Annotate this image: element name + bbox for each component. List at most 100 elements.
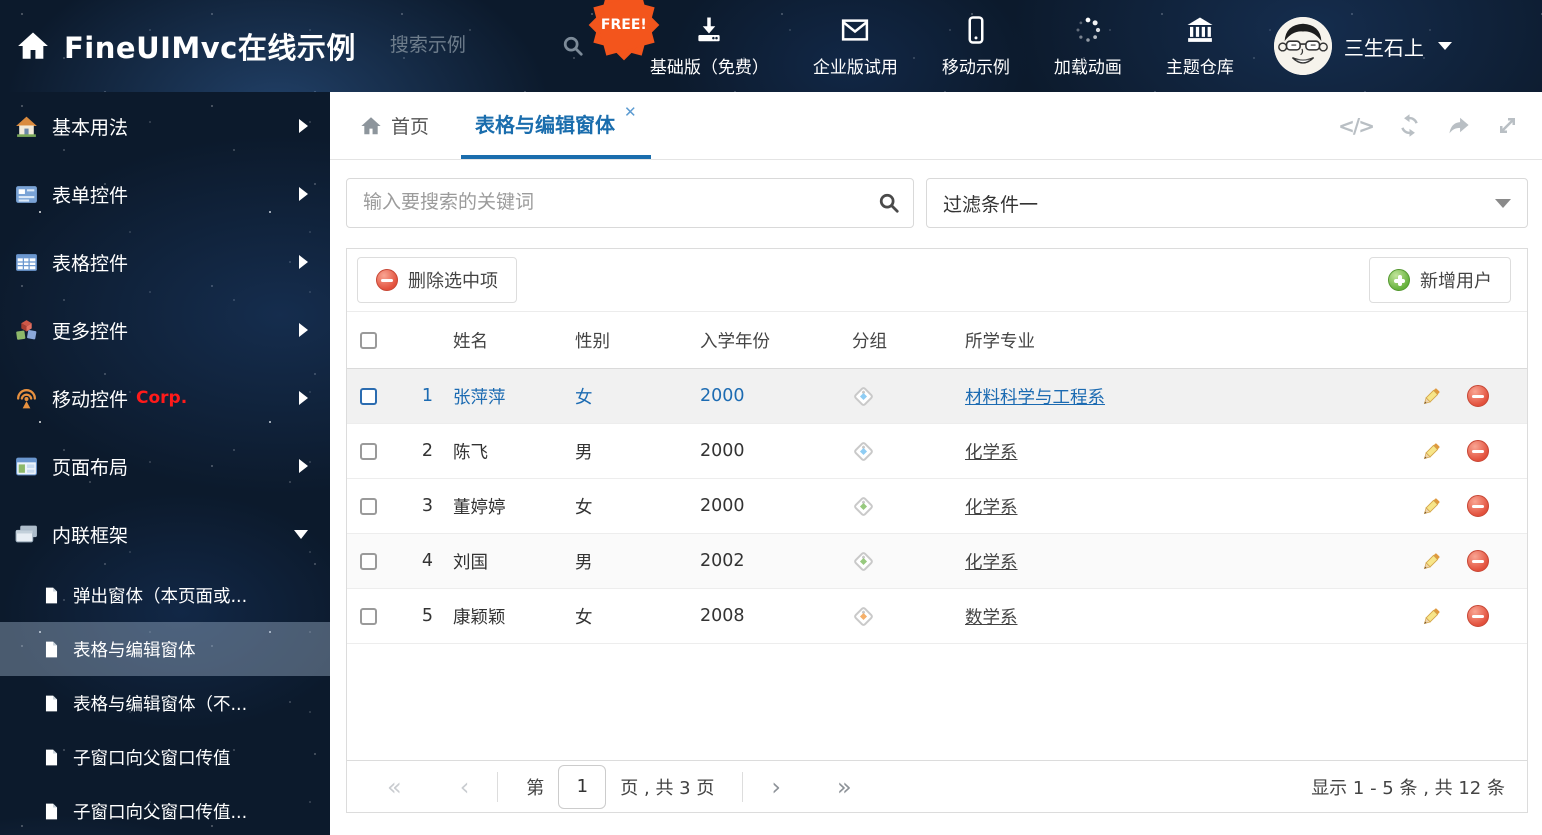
share-arrow-icon [1449,117,1469,134]
close-icon[interactable]: ✕ [624,103,637,121]
sidebar-item-page-layout[interactable]: 页面布局 [0,432,330,500]
tab-home[interactable]: 首页 [360,92,429,159]
expand-arrow-icon [299,323,308,337]
bank-icon [1187,17,1213,42]
sidebar-subitem-popup-window[interactable]: 弹出窗体（本页面或... [0,568,330,622]
nav-item-enterprise-trial[interactable]: 企业版试用 [813,15,898,78]
grid-toolbar: 删除选中项 新增用户 [347,249,1527,312]
first-page-button[interactable]: « [387,775,402,799]
minus-circle-icon [376,269,398,291]
row-checkbox[interactable] [360,497,377,515]
tab-grid-edit-window[interactable]: 表格与编辑窗体 ✕ [461,92,651,159]
app-title: FineUIMvc在线示例 [64,31,356,65]
search-icon[interactable] [878,192,900,214]
open-new-window-button[interactable] [1446,113,1471,138]
tag-icon [852,385,875,407]
expand-arrow-icon [299,459,308,473]
major-link[interactable]: 化学系 [965,443,1018,463]
next-page-button[interactable]: › [771,775,781,799]
delete-selected-button[interactable]: 删除选中项 [357,257,517,303]
tag-icon [852,550,875,572]
tag-icon [852,495,875,517]
sidebar: 基本用法 表单控件 表格控件 更多控件 移动控件 Corp. 页面布局 内联框架… [0,92,330,835]
nav-item-loading-animation[interactable]: 加载动画 [1054,15,1122,78]
refresh-button[interactable] [1397,113,1422,138]
search-icon[interactable] [562,35,584,57]
table-row[interactable]: 2 陈飞 男 2000 化学系 [347,424,1527,479]
edit-icon[interactable] [1420,385,1443,408]
sidebar-item-basic-usage[interactable]: 基本用法 [0,92,330,160]
major-link[interactable]: 化学系 [965,498,1018,518]
filter-row: 过滤条件一 [346,178,1528,228]
last-page-button[interactable]: » [837,775,852,799]
top-nav: FREE! 基础版（免费） 企业版试用 移动示例 加载动画 主题仓库 [588,0,1234,78]
delete-icon[interactable] [1467,440,1489,462]
delete-icon[interactable] [1467,605,1489,627]
cell-year: 2000 [700,441,745,461]
edit-icon[interactable] [1420,495,1443,518]
keyword-search-box [346,178,914,228]
table-row[interactable]: 1 张萍萍 女 2000 材料科学与工程系 [347,369,1527,424]
prev-page-button[interactable]: ‹ [460,775,470,799]
table-row[interactable]: 5 康颖颖 女 2008 数学系 [347,589,1527,644]
edit-icon[interactable] [1420,605,1443,628]
cell-name: 张萍萍 [453,387,506,408]
expand-icon [1500,118,1515,133]
sidebar-subitem-grid-edit-window[interactable]: 表格与编辑窗体 [0,622,330,676]
column-gender: 性别 [575,331,610,352]
edit-icon[interactable] [1420,550,1443,573]
nav-item-mobile-examples[interactable]: 移动示例 [942,15,1010,78]
tab-actions: </> [1338,92,1542,159]
grid-panel: 删除选中项 新增用户 姓名 性别 入学年份 分组 所学专业 1 张萍萍 女 20… [346,248,1528,813]
cell-year: 2008 [700,606,745,626]
table-row[interactable]: 3 董婷婷 女 2000 化学系 [347,479,1527,534]
major-link[interactable]: 化学系 [965,553,1018,573]
column-group: 分组 [852,331,887,352]
form-icon [16,185,37,203]
row-checkbox[interactable] [360,607,377,625]
sidebar-subitem-grid-edit-window-no[interactable]: 表格与编辑窗体（不... [0,676,330,730]
delete-icon[interactable] [1467,495,1489,517]
frames-icon [15,525,37,542]
major-link[interactable]: 材料科学与工程系 [965,388,1105,408]
row-checkbox[interactable] [360,552,377,570]
row-checkbox[interactable] [360,442,377,460]
sidebar-item-form-controls[interactable]: 表单控件 [0,160,330,228]
keyword-search-input[interactable] [346,178,914,228]
page-number-input[interactable] [558,764,607,809]
cell-name: 陈飞 [453,442,488,463]
blocks-icon [16,319,37,340]
brand[interactable]: FineUIMvc在线示例 [0,25,356,67]
example-search-input[interactable] [389,35,550,57]
collapse-arrow-icon [294,529,308,539]
nav-item-theme-store[interactable]: 主题仓库 [1166,15,1234,78]
row-number: 2 [421,441,433,461]
sidebar-item-iframe[interactable]: 内联框架 [0,500,330,568]
delete-icon[interactable] [1467,385,1489,407]
code-icon: </> [1338,113,1375,138]
cell-gender: 女 [575,607,593,628]
major-link[interactable]: 数学系 [965,608,1018,628]
sidebar-item-more-controls[interactable]: 更多控件 [0,296,330,364]
sidebar-item-mobile-controls[interactable]: 移动控件 Corp. [0,364,330,432]
app-root: FineUIMvc在线示例 FREE! 基础版（免费） [0,0,1542,835]
fullscreen-button[interactable] [1495,113,1520,138]
user-menu[interactable]: 三生石上 [1273,17,1452,75]
sidebar-item-grid-controls[interactable]: 表格控件 [0,228,330,296]
edit-icon[interactable] [1420,440,1443,463]
chevron-down-icon [1437,42,1452,50]
table-row[interactable]: 4 刘国 男 2002 化学系 [347,534,1527,589]
document-icon [45,587,58,603]
nav-item-basic-edition[interactable]: FREE! 基础版（免费） [588,0,769,78]
row-checkbox[interactable] [360,387,377,405]
add-user-button[interactable]: 新增用户 [1369,257,1511,303]
select-all-checkbox[interactable] [360,331,377,349]
refresh-icon [1401,114,1418,137]
cell-gender: 男 [575,552,593,573]
cell-name: 刘国 [453,552,488,573]
delete-icon[interactable] [1467,550,1489,572]
sidebar-subitem-child-to-parent-2[interactable]: 子窗口向父窗口传值... [0,784,330,835]
source-code-button[interactable]: </> [1338,113,1375,138]
sidebar-subitem-child-to-parent[interactable]: 子窗口向父窗口传值 [0,730,330,784]
filter-dropdown[interactable]: 过滤条件一 [926,178,1528,228]
